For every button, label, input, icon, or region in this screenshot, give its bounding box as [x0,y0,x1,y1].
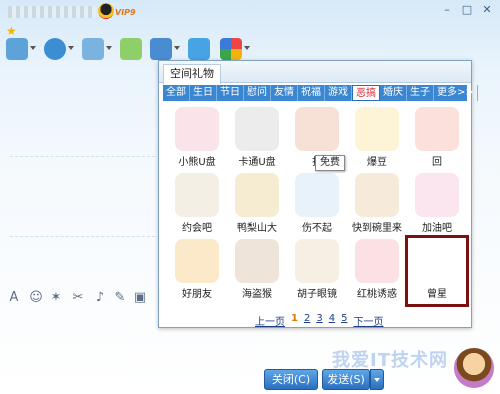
category-tab[interactable]: 婚庆 [380,85,407,101]
gift-image [355,107,399,151]
gift-image [295,107,339,151]
gift-popup: 空间礼物 全部生日节日慰问友情祝福游戏恶搞婚庆生子更多>> 小熊U盘卡通U盘打爆… [158,60,478,328]
page-link[interactable]: 5 [341,313,347,325]
category-tab[interactable]: 生子 [407,85,434,101]
category-tab[interactable]: 慰问 [244,85,271,101]
gift-item[interactable]: 鸭梨山大 [229,173,285,237]
gift-item[interactable]: 小熊U盘 [169,107,225,171]
video-call-icon[interactable] [6,38,36,60]
gift-label: 鸭梨山大 [237,223,277,234]
gift-item[interactable]: 快到碗里来 [349,173,405,237]
file-transfer-icon[interactable] [82,38,112,60]
gift-label: 曾星 [427,289,447,300]
gift-image [415,239,459,283]
contact-name [8,6,96,18]
gift-label: 伤不起 [302,223,332,234]
gift-label: 红桃诱惑 [357,289,397,300]
gift-image [235,107,279,151]
screen-share-icon[interactable] [150,38,180,60]
gift-label: 加油吧 [422,223,452,234]
maximize-icon[interactable]: □ [460,4,474,16]
next-page-link[interactable]: 下一页 [353,313,383,328]
close-icon[interactable]: ✕ [480,4,494,16]
add-contact-icon[interactable] [120,38,142,60]
category-tab[interactable]: 恶搞 [352,85,380,101]
page-link[interactable]: 3 [316,313,322,325]
category-tab[interactable]: 全部 [163,85,190,101]
close-button[interactable]: 关闭(C) [264,369,318,390]
category-tab[interactable]: 更多>> [434,85,478,101]
star-icon[interactable]: ★ [6,24,17,38]
font-icon[interactable]: A [6,290,22,306]
gift-image [175,239,219,283]
vip-badge: VIP9 [115,8,136,17]
tab-space-gifts[interactable]: 空间礼物 [163,64,221,84]
gift-image [295,239,339,283]
prev-page-link[interactable]: 上一页 [255,313,285,328]
gift-item[interactable]: 加油吧 [409,173,465,237]
gift-item[interactable]: 卡通U盘 [229,107,285,171]
category-tab[interactable]: 生日 [190,85,217,101]
tooltip: 免费 [315,155,345,171]
gift-label: 约会吧 [182,223,212,234]
gift-label: 爆豆 [367,157,387,168]
divider [10,236,160,237]
gift-label: 好朋友 [182,289,212,300]
category-bar: 全部 生日 节日 慰问 友情 祝福 游戏 恶搞 婚庆 生子 更多>> [163,85,478,101]
gift-label: 回 [432,157,442,168]
gift-item[interactable]: 约会吧 [169,173,225,237]
gift-item[interactable]: 回 [409,107,465,171]
gift-image [355,173,399,217]
page-link[interactable]: 4 [329,313,335,325]
gift-image [235,173,279,217]
gift-image [415,107,459,151]
popup-header: 空间礼物 [159,61,471,84]
remote-desktop-icon[interactable] [188,38,210,60]
avatar[interactable] [452,346,496,390]
send-options-button[interactable] [370,369,384,390]
gift-image [175,173,219,217]
page-link[interactable]: 1 [291,313,298,325]
gift-label: 小熊U盘 [178,157,216,168]
emoji-icon[interactable]: ☺ [28,290,44,306]
screenshot-icon[interactable]: ✂ [70,290,86,306]
page-link[interactable]: 2 [304,313,310,325]
gift-image [175,107,219,151]
divider [10,156,160,157]
title-bar: VIP9 – □ ✕ [0,0,500,26]
gift-item[interactable]: 红桃诱惑 [349,239,405,303]
voice-icon[interactable]: ♪ [92,290,108,306]
edit-icon[interactable]: ✎ [112,290,128,306]
camera-icon[interactable] [44,38,74,60]
message-history[interactable] [0,66,160,286]
category-tab[interactable]: 节日 [217,85,244,101]
minimize-icon[interactable]: – [440,4,454,16]
gift-item[interactable]: 好朋友 [169,239,225,303]
category-tab[interactable]: 友情 [271,85,298,101]
send-button[interactable]: 发送(S) [322,369,370,390]
magic-icon[interactable]: ✶ [48,290,64,306]
image-icon[interactable]: ▣ [132,290,148,306]
gift-image [355,239,399,283]
gift-label: 海盗猴 [242,289,272,300]
gift-item[interactable]: 海盗猴 [229,239,285,303]
category-tab[interactable]: 游戏 [325,85,352,101]
gift-label: 快到碗里来 [352,223,402,234]
gift-item[interactable]: 曾星 [405,235,469,307]
gift-label: 卡通U盘 [238,157,276,168]
apps-grid-icon[interactable] [220,38,250,60]
category-tab[interactable]: 祝福 [298,85,325,101]
gift-label: 胡子眼镜 [297,289,337,300]
qq-logo-icon [98,3,114,19]
gift-item[interactable]: 伤不起 [289,173,345,237]
gift-image [295,173,339,217]
gift-item[interactable]: 爆豆 [349,107,405,171]
gift-image [235,239,279,283]
pagination: 上一页 12345 下一页 [255,313,383,328]
gift-item[interactable]: 胡子眼镜 [289,239,345,303]
gift-image [415,173,459,217]
